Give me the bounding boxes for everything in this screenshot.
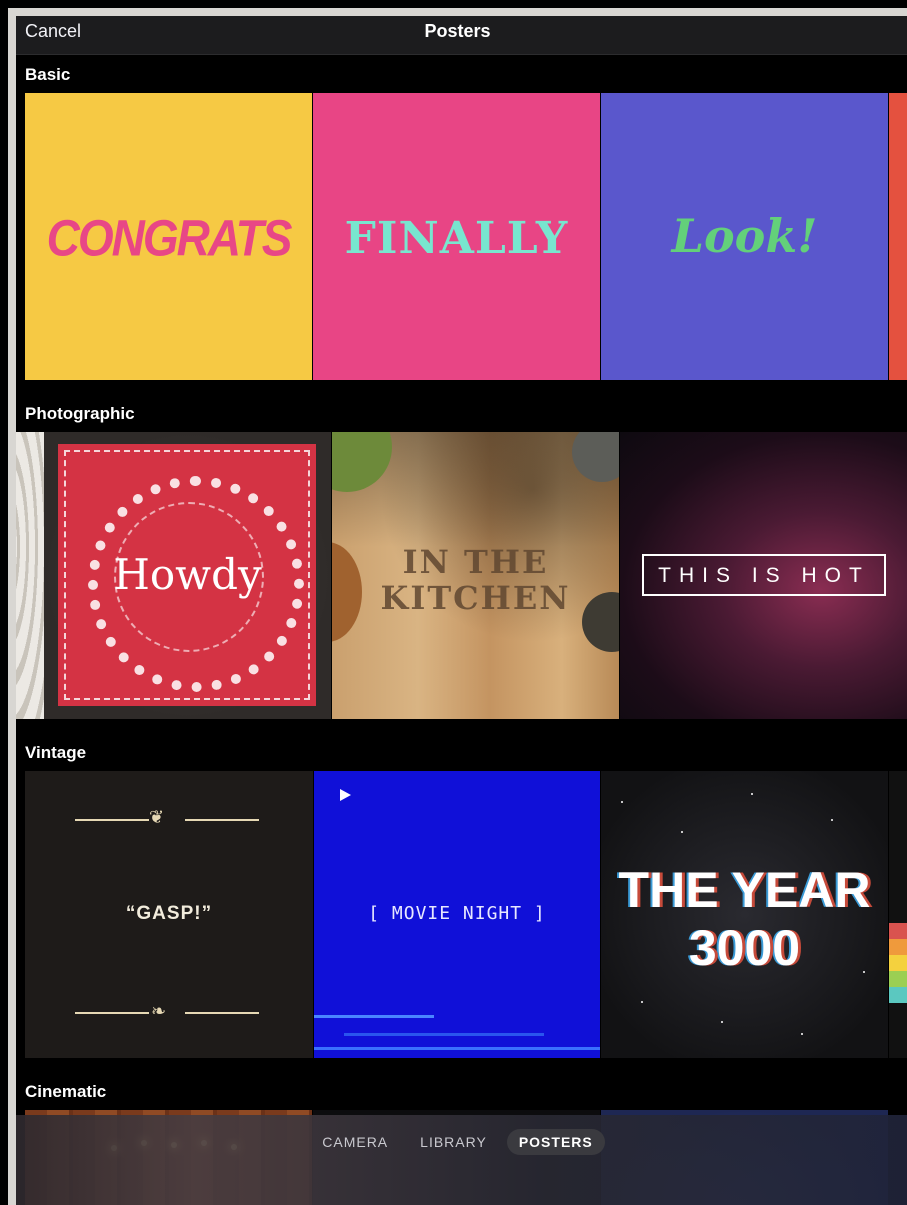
poster-gasp[interactable]: ❦ “GASP!” ❧ [25, 771, 313, 1058]
tab-posters[interactable]: POSTERS [506, 1129, 605, 1155]
poster-finally[interactable]: FINALLY [313, 93, 600, 380]
poster-text: FINALLY [344, 213, 569, 264]
poster-text: Look! [671, 209, 818, 263]
stripe [889, 955, 907, 971]
poster-text: THE YEAR 3000 [618, 862, 871, 976]
tab-library[interactable]: LIBRARY [408, 1129, 499, 1155]
ornament-icon: ❧ [151, 1001, 167, 1021]
divider-line [75, 819, 149, 821]
glitch-bar [314, 1015, 434, 1018]
stripe [889, 987, 907, 1003]
poster-howdy[interactable]: Howdy [44, 432, 331, 719]
section-title-photographic: Photographic [25, 404, 135, 423]
star [621, 801, 623, 803]
stripe [889, 939, 907, 955]
section-title-vintage: Vintage [25, 743, 87, 762]
navigation-bar: Cancel Posters [8, 8, 907, 55]
poster-partial[interactable] [889, 93, 907, 380]
star [681, 831, 683, 833]
poster-kitchen[interactable]: IN THE KITCHEN [332, 432, 619, 719]
poster-text: Howdy [113, 550, 262, 599]
posters-screen: Cancel Posters Basic CONGRATS FINALLY Lo… [8, 8, 907, 1205]
tab-camera[interactable]: CAMERA [310, 1129, 400, 1155]
poster-text: [ MOVIE NIGHT ] [368, 903, 546, 924]
play-icon [340, 789, 351, 801]
poster-congrats[interactable]: CONGRATS [25, 93, 312, 380]
poster-text: CONGRATS [46, 209, 293, 267]
poster-this-is-hot[interactable]: THIS IS HOT [620, 432, 907, 719]
page-title: Posters [424, 21, 491, 41]
divider-line [75, 1012, 149, 1014]
poster-partial[interactable] [889, 771, 907, 1058]
section-title-basic: Basic [25, 65, 71, 84]
source-tabs: CAMERA LIBRARY POSTERS [8, 1129, 907, 1157]
divider-line [185, 819, 259, 821]
glitch-bar [314, 1047, 600, 1050]
star [721, 1021, 723, 1023]
divider-line [185, 1012, 259, 1014]
stripe [889, 971, 907, 987]
poster-the-year-3000[interactable]: THE YEAR 3000 [601, 771, 888, 1058]
poster-movie-night[interactable]: [ MOVIE NIGHT ] [314, 771, 600, 1058]
poster-text: THIS IS HOT [658, 564, 870, 587]
ornament-icon: ❦ [149, 807, 165, 827]
star [831, 819, 833, 821]
poster-topographic-partial[interactable] [8, 432, 44, 719]
stripe [889, 923, 907, 939]
star [801, 1033, 803, 1035]
glitch-bar [344, 1033, 544, 1036]
poster-look[interactable]: Look! [601, 93, 888, 380]
poster-text: IN THE KITCHEN [380, 543, 571, 617]
poster-text: “GASP!” [125, 903, 213, 924]
star [641, 1001, 643, 1003]
star [751, 793, 753, 795]
section-title-cinematic: Cinematic [25, 1082, 107, 1101]
